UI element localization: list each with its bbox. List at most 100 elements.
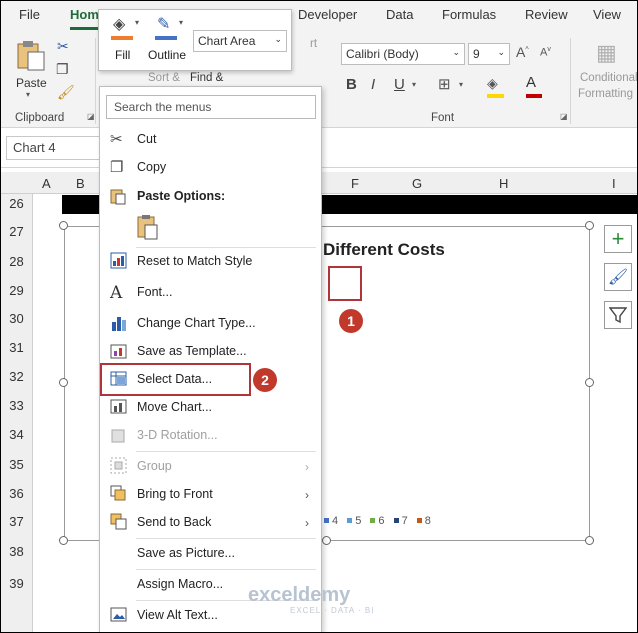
row-header[interactable]: 32 <box>0 369 33 384</box>
menu-item-label: 3-D Rotation... <box>137 428 218 442</box>
menu-separator <box>136 569 316 570</box>
column-header[interactable]: B <box>76 176 85 191</box>
column-header[interactable]: F <box>351 176 359 191</box>
menu-item-label: Group <box>137 459 172 473</box>
menu-item-change-chart-type[interactable]: Change Chart Type... <box>100 310 321 338</box>
column-header[interactable]: I <box>612 176 616 191</box>
outline-button[interactable]: ✎ ▾ Outline <box>147 14 191 70</box>
underline-icon[interactable]: U <box>394 76 405 93</box>
name-box[interactable]: Chart 4 <box>6 136 102 160</box>
menu-item-label: Assign Macro... <box>137 577 224 591</box>
menu-item-copy[interactable]: ❐ Copy <box>100 154 321 182</box>
menu-search-placeholder: Search the menus <box>114 100 212 114</box>
plus-icon: + <box>611 226 625 251</box>
resize-handle[interactable] <box>59 536 68 545</box>
row-header[interactable]: 39 <box>0 576 33 591</box>
move-chart-icon <box>110 398 128 416</box>
chart-styles-button[interactable]: 🖌 <box>604 263 632 291</box>
format-painter-icon[interactable]: 🖌 <box>57 84 75 101</box>
chart-title[interactable]: Different Costs <box>323 240 445 260</box>
row-header[interactable]: 31 <box>0 340 33 355</box>
legend-marker <box>416 518 422 523</box>
pen-icon: ✎ <box>157 16 171 33</box>
font-color-bar <box>526 94 542 98</box>
row-header[interactable]: 33 <box>0 398 33 413</box>
tab-developer[interactable]: Developer <box>298 7 357 22</box>
menu-item-label: Save as Template... <box>137 344 247 358</box>
menu-item-move-chart[interactable]: Move Chart... <box>100 394 321 422</box>
rotation-icon <box>110 426 128 444</box>
row-header[interactable]: 38 <box>0 544 33 559</box>
formatting-label: Formatting <box>578 88 633 100</box>
chevron-down-icon[interactable]: ▾ <box>412 80 416 89</box>
resize-handle[interactable] <box>59 221 68 230</box>
decrease-font-icon[interactable]: Av <box>540 46 551 59</box>
chart-elements-button[interactable]: + <box>604 225 632 253</box>
tab-formulas[interactable]: Formulas <box>442 7 496 22</box>
chart-legend[interactable]: 4 5 6 7 8 <box>318 515 431 527</box>
chevron-down-icon[interactable]: ▾ <box>459 80 463 89</box>
paste-keep-format-button[interactable] <box>136 213 164 241</box>
row-header[interactable]: 28 <box>0 254 33 269</box>
font-name-select[interactable]: Calibri (Body) ⌄ <box>341 43 465 65</box>
resize-handle[interactable] <box>585 221 594 230</box>
resize-handle[interactable] <box>322 536 331 545</box>
menu-separator <box>136 538 316 539</box>
row-header[interactable]: 36 <box>0 486 33 501</box>
borders-icon[interactable]: ⊞ <box>438 75 451 93</box>
chevron-right-icon: › <box>305 460 309 474</box>
row-header[interactable]: 30 <box>0 311 33 326</box>
chart-element-select[interactable]: Chart Area ⌄ <box>193 30 287 52</box>
fill-color-bar <box>111 36 133 40</box>
row-header[interactable]: 34 <box>0 427 33 442</box>
find-label: Find & <box>190 72 224 84</box>
increase-font-icon[interactable]: A^ <box>516 44 529 60</box>
column-header[interactable]: A <box>42 176 51 191</box>
row-header[interactable]: 37 <box>0 514 33 529</box>
italic-icon[interactable]: I <box>371 76 375 93</box>
bold-icon[interactable]: B <box>346 76 357 93</box>
copy-icon[interactable]: ❐ <box>56 61 69 78</box>
resize-handle[interactable] <box>585 536 594 545</box>
resize-handle[interactable] <box>585 378 594 387</box>
font-name-value: Calibri (Body) <box>346 47 419 61</box>
row-header[interactable]: 27 <box>0 224 33 239</box>
menu-search-input[interactable]: Search the menus <box>106 95 316 119</box>
tab-review[interactable]: Review <box>525 7 568 22</box>
chevron-right-icon: › <box>305 488 309 502</box>
column-header[interactable]: G <box>412 176 422 191</box>
fill-color-button[interactable]: ◈ <box>487 75 505 99</box>
menu-item-save-picture[interactable]: Save as Picture... <box>100 540 321 568</box>
menu-item-label: Bring to Front <box>137 487 213 501</box>
legend-marker <box>347 518 353 523</box>
row-header[interactable]: 26 <box>0 196 33 211</box>
menu-item-send-to-back[interactable]: Send to Back › <box>100 509 321 537</box>
menu-item-label: Move Chart... <box>137 400 213 414</box>
column-header[interactable]: H <box>499 176 508 191</box>
font-color-button[interactable]: A <box>526 74 544 99</box>
font-size-select[interactable]: 9 ⌄ <box>468 43 510 65</box>
menu-item-font[interactable]: A Font... <box>100 279 321 307</box>
resize-handle[interactable] <box>59 378 68 387</box>
dialog-launcher-icon[interactable]: ◪ <box>560 112 568 121</box>
tab-file[interactable]: File <box>19 7 40 22</box>
paint-bucket-icon: ◈ <box>487 75 498 91</box>
dialog-launcher-icon[interactable]: ◪ <box>87 112 95 121</box>
row-header[interactable]: 35 <box>0 457 33 472</box>
menu-item-group: Group › <box>100 453 321 481</box>
menu-item-label: Send to Back <box>137 515 212 529</box>
fill-button[interactable]: ◈ ▾ Fill <box>109 14 145 70</box>
tab-data[interactable]: Data <box>386 7 413 22</box>
menu-item-reset-style[interactable]: Reset to Match Style <box>100 248 321 276</box>
row-header[interactable]: 29 <box>0 283 33 298</box>
legend-marker <box>393 518 399 523</box>
paste-button[interactable]: Paste ▾ <box>12 38 50 102</box>
chart-filters-button[interactable] <box>604 301 632 329</box>
scissors-icon[interactable]: ✂ <box>57 38 69 55</box>
menu-item-save-template[interactable]: Save as Template... <box>100 338 321 366</box>
conditional-formatting-button[interactable]: ▦ Conditional Formatting <box>576 38 638 108</box>
menu-item-cut[interactable]: ✂ Cut <box>100 126 321 154</box>
chevron-down-icon: ▾ <box>179 18 184 27</box>
menu-item-bring-to-front[interactable]: Bring to Front › <box>100 481 321 509</box>
tab-view[interactable]: View <box>593 7 621 22</box>
